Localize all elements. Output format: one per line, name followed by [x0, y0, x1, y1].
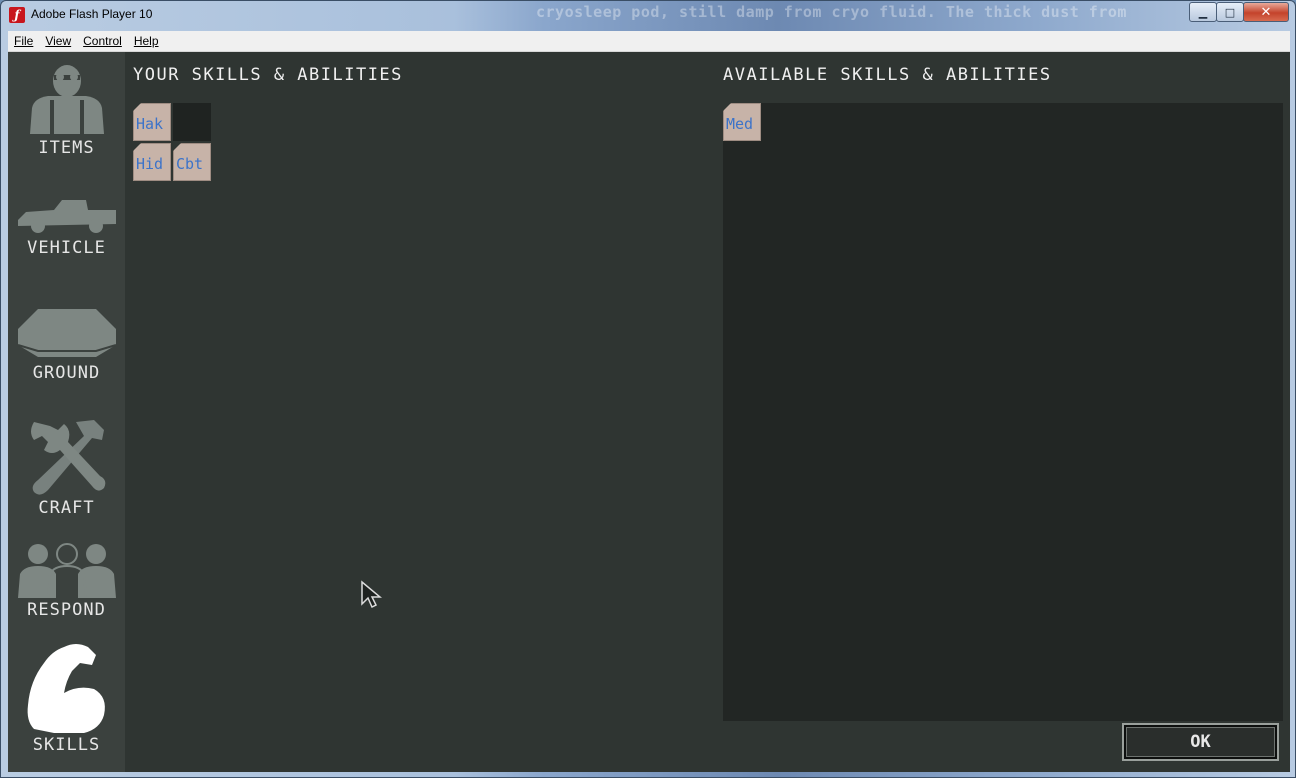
- menu-view[interactable]: View: [39, 34, 77, 48]
- sidebar-item-label: SKILLS: [32, 735, 101, 755]
- skill-tile[interactable]: Hid: [133, 143, 171, 181]
- flexed-arm-icon: [27, 644, 105, 733]
- sidebar-item-label: CRAFT: [38, 498, 95, 518]
- skill-tile[interactable]: Cbt: [173, 143, 211, 181]
- sidebar-item-respond[interactable]: RESPOND: [8, 534, 125, 624]
- app-window: ƒ Adobe Flash Player 10 cryosleep pod, s…: [0, 0, 1296, 778]
- minimize-button[interactable]: ▁: [1189, 2, 1217, 22]
- wrench-hammer-icon: [31, 420, 106, 495]
- truck-icon: [18, 200, 116, 233]
- window-title: Adobe Flash Player 10: [31, 7, 153, 21]
- maximize-icon: □: [1224, 5, 1236, 19]
- ok-button-label: OK: [1126, 727, 1275, 757]
- mouse-pointer-icon: [361, 580, 382, 609]
- sidebar-item-ground[interactable]: GROUND: [8, 297, 125, 392]
- close-button[interactable]: ✕: [1243, 2, 1289, 22]
- sidebar-item-craft[interactable]: CRAFT: [8, 412, 125, 524]
- person-icon: [30, 65, 104, 134]
- minimize-icon: ▁: [1198, 5, 1208, 19]
- game-area: ITEMS VEHICLE GROUND CRAFT RESPOND SKILL…: [8, 52, 1290, 772]
- close-icon: ✕: [1260, 4, 1272, 20]
- ground-icon: [17, 309, 117, 357]
- sidebar-item-label: VEHICLE: [27, 238, 106, 258]
- menu-file[interactable]: File: [8, 34, 39, 48]
- maximize-button[interactable]: □: [1216, 2, 1244, 22]
- sidebar-item-label: ITEMS: [38, 138, 95, 158]
- sidebar-item-label: GROUND: [32, 363, 101, 383]
- people-group-icon: [18, 543, 116, 598]
- your-skills-heading: YOUR SKILLS & ABILITIES: [133, 65, 403, 85]
- sidebar-item-skills[interactable]: SKILLS: [8, 637, 125, 762]
- flash-player-icon: ƒ: [9, 7, 25, 23]
- menu-bar: File View Control Help: [8, 31, 1290, 52]
- sidebar-item-vehicle[interactable]: VEHICLE: [8, 182, 125, 272]
- menu-control[interactable]: Control: [77, 34, 128, 48]
- menu-help[interactable]: Help: [128, 34, 165, 48]
- sidebar-item-items[interactable]: ITEMS: [8, 52, 125, 172]
- ok-button[interactable]: OK: [1122, 723, 1279, 761]
- available-skills-panel: [723, 103, 1283, 721]
- sidebar-item-label: RESPOND: [27, 600, 106, 620]
- title-bar[interactable]: ƒ Adobe Flash Player 10 cryosleep pod, s…: [1, 1, 1295, 29]
- skill-tile[interactable]: Med: [723, 103, 761, 141]
- available-skills-heading: AVAILABLE SKILLS & ABILITIES: [723, 65, 1052, 85]
- skill-tile[interactable]: Hak: [133, 103, 171, 141]
- empty-skill-slot[interactable]: [173, 103, 211, 141]
- background-text: cryosleep pod, still damp from cryo flui…: [536, 3, 1127, 21]
- sidebar: ITEMS VEHICLE GROUND CRAFT RESPOND SKILL…: [8, 52, 125, 772]
